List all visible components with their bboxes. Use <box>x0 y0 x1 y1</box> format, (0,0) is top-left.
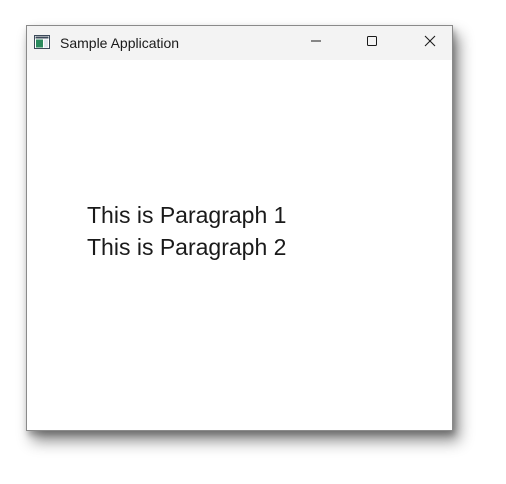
maximize-icon <box>366 34 378 52</box>
window-app-icon <box>34 35 50 49</box>
title-bar[interactable]: Sample Application <box>27 26 452 60</box>
paragraph-2: This is Paragraph 2 <box>87 234 287 260</box>
app-window: Sample Application This is Paragraph 1 T… <box>26 25 453 431</box>
close-button[interactable] <box>407 26 453 60</box>
minimize-icon <box>310 34 322 52</box>
minimize-button[interactable] <box>293 26 339 60</box>
close-icon <box>424 34 436 52</box>
window-title: Sample Application <box>60 35 180 51</box>
desktop-background: Sample Application This is Paragraph 1 T… <box>0 0 506 484</box>
paragraph-1: This is Paragraph 1 <box>87 202 287 228</box>
window-client-area: This is Paragraph 1 This is Paragraph 2 <box>27 60 452 430</box>
maximize-button[interactable] <box>349 26 395 60</box>
